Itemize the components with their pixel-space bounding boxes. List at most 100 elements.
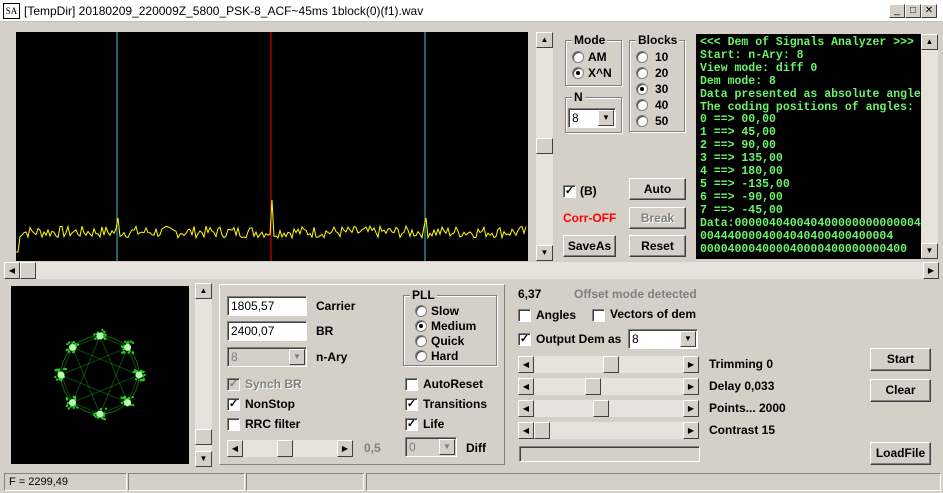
scroll-left-icon[interactable]: ◀	[518, 356, 534, 373]
scroll-up-icon[interactable]: ▲	[921, 34, 938, 50]
pll-option-label: Hard	[431, 349, 459, 363]
br-input[interactable]: 2400,07	[227, 321, 307, 341]
symbol-point	[127, 396, 131, 400]
status-frequency: F = 2299,49	[4, 473, 127, 491]
nonstop-checkbox[interactable]: ✓	[227, 398, 240, 411]
close-button[interactable]: ✕	[921, 4, 937, 18]
pll-radio-hard[interactable]	[415, 350, 427, 362]
scroll-left-icon[interactable]: ◀	[518, 378, 534, 395]
autoreset-checkbox[interactable]	[405, 378, 418, 391]
scroll-left-icon[interactable]: ◀	[518, 422, 534, 439]
chevron-down-icon[interactable]: ▼	[439, 439, 455, 455]
n-label: N	[572, 90, 585, 104]
pll-radio-slow[interactable]	[415, 305, 427, 317]
trimming-slider[interactable]: ◀ ▶	[518, 356, 699, 373]
output-line: Dem mode: 8	[700, 74, 776, 88]
blocks-radio-50[interactable]	[636, 115, 648, 127]
rrc-slider[interactable]: ◀ ▶	[227, 440, 353, 457]
reset-button[interactable]: Reset	[629, 235, 686, 257]
contrast-label: Contrast 15	[709, 423, 776, 437]
transitions-label: Transitions	[423, 397, 488, 411]
delay-slider[interactable]: ◀ ▶	[518, 378, 699, 395]
output-dem-checkbox[interactable]: ✓	[518, 333, 531, 346]
delay-label: Delay 0,033	[709, 379, 775, 393]
blocks-radio-40[interactable]	[636, 99, 648, 111]
scroll-up-icon[interactable]: ▲	[195, 283, 212, 299]
maximize-button[interactable]: □	[905, 4, 921, 18]
status-pane-4	[366, 473, 941, 491]
scroll-left-icon[interactable]: ◀	[518, 400, 534, 417]
symbol-point	[65, 398, 69, 401]
loadfile-button[interactable]: LoadFile	[870, 442, 931, 465]
scroll-right-icon[interactable]: ▶	[923, 262, 939, 279]
scroll-thumb[interactable]	[536, 138, 553, 154]
scroll-left-icon[interactable]: ◀	[227, 440, 243, 457]
angles-checkbox[interactable]	[518, 309, 531, 322]
spectrum-display[interactable]	[16, 32, 528, 261]
scroll-thumb[interactable]	[195, 429, 212, 445]
spectrum-vscroll[interactable]: ▲ ▼	[536, 32, 553, 261]
vectors-checkbox[interactable]	[592, 309, 605, 322]
pll-radio-medium[interactable]	[415, 320, 427, 332]
symbol-point	[58, 378, 61, 381]
clear-button[interactable]: Clear	[870, 379, 931, 402]
pll-radio-quick[interactable]	[415, 335, 427, 347]
auto-button[interactable]: Auto	[629, 178, 686, 200]
scroll-down-icon[interactable]: ▼	[921, 243, 938, 259]
analyzer-output[interactable]: <<< Dem of Signals Analyzer >>> Start: n-…	[696, 34, 921, 259]
rrc-checkbox[interactable]	[227, 418, 240, 431]
blocks-radio-30[interactable]	[636, 83, 648, 95]
nary-select[interactable]: 8 ▼	[227, 347, 307, 367]
life-label: Life	[423, 417, 445, 431]
diff-select[interactable]: 0 ▼	[405, 437, 457, 457]
scroll-right-icon[interactable]: ▶	[337, 440, 353, 457]
chevron-down-icon[interactable]: ▼	[598, 110, 614, 126]
blocks-option-label: 50	[655, 114, 669, 128]
slider-thumb[interactable]	[585, 378, 601, 395]
blocks-radio-20[interactable]	[636, 67, 648, 79]
life-checkbox[interactable]: ✓	[405, 418, 418, 431]
slider-thumb[interactable]	[593, 400, 609, 417]
output-line: 000040004000040000400000000400	[700, 242, 908, 256]
scroll-right-icon[interactable]: ▶	[683, 356, 699, 373]
scroll-right-icon[interactable]: ▶	[683, 422, 699, 439]
chevron-down-icon[interactable]: ▼	[680, 331, 696, 347]
slider-thumb[interactable]	[603, 356, 619, 373]
scroll-left-icon[interactable]: ◀	[4, 262, 20, 279]
b-checkbox[interactable]: ✓	[563, 185, 576, 198]
minimize-button[interactable]: _	[889, 4, 905, 18]
scroll-down-icon[interactable]: ▼	[195, 451, 212, 467]
break-button[interactable]: Break	[629, 207, 686, 229]
symbol-point	[58, 368, 61, 371]
symbol-point	[129, 340, 133, 343]
synch-br-checkbox[interactable]: ✓	[227, 378, 240, 391]
scroll-right-icon[interactable]: ▶	[683, 378, 699, 395]
contrast-slider[interactable]: ◀ ▶	[518, 422, 699, 439]
slider-thumb[interactable]	[277, 440, 293, 457]
symbol-point	[67, 407, 70, 410]
transitions-checkbox[interactable]: ✓	[405, 398, 418, 411]
output-dem-select[interactable]: 8 ▼	[628, 329, 698, 349]
pll-label: PLL	[410, 288, 437, 302]
points-slider[interactable]: ◀ ▶	[518, 400, 699, 417]
terminal-vscroll[interactable]: ▲ ▼	[921, 34, 938, 259]
scroll-right-icon[interactable]: ▶	[683, 400, 699, 417]
scroll-up-icon[interactable]: ▲	[536, 32, 553, 48]
scroll-thumb[interactable]	[20, 262, 36, 279]
mode-xn-radio[interactable]	[572, 67, 584, 79]
offset-value: 6,37	[518, 287, 542, 301]
blocks-radio-10[interactable]	[636, 51, 648, 63]
mode-am-radio[interactable]	[572, 51, 584, 63]
saveas-button[interactable]: SaveAs	[563, 235, 616, 257]
pll-option-label: Quick	[431, 334, 465, 348]
symbol-point	[65, 348, 69, 352]
constellation-point	[135, 371, 143, 379]
start-button[interactable]: Start	[870, 348, 931, 371]
carrier-input[interactable]: 1805,57	[227, 296, 307, 316]
chevron-down-icon[interactable]: ▼	[289, 349, 305, 365]
scroll-down-icon[interactable]: ▼	[536, 245, 553, 261]
n-select[interactable]: 8 ▼	[568, 108, 616, 128]
slider-thumb[interactable]	[534, 422, 550, 439]
constellation-vscroll[interactable]: ▲ ▼	[195, 283, 212, 467]
main-hscroll[interactable]: ◀ ▶	[4, 262, 939, 279]
